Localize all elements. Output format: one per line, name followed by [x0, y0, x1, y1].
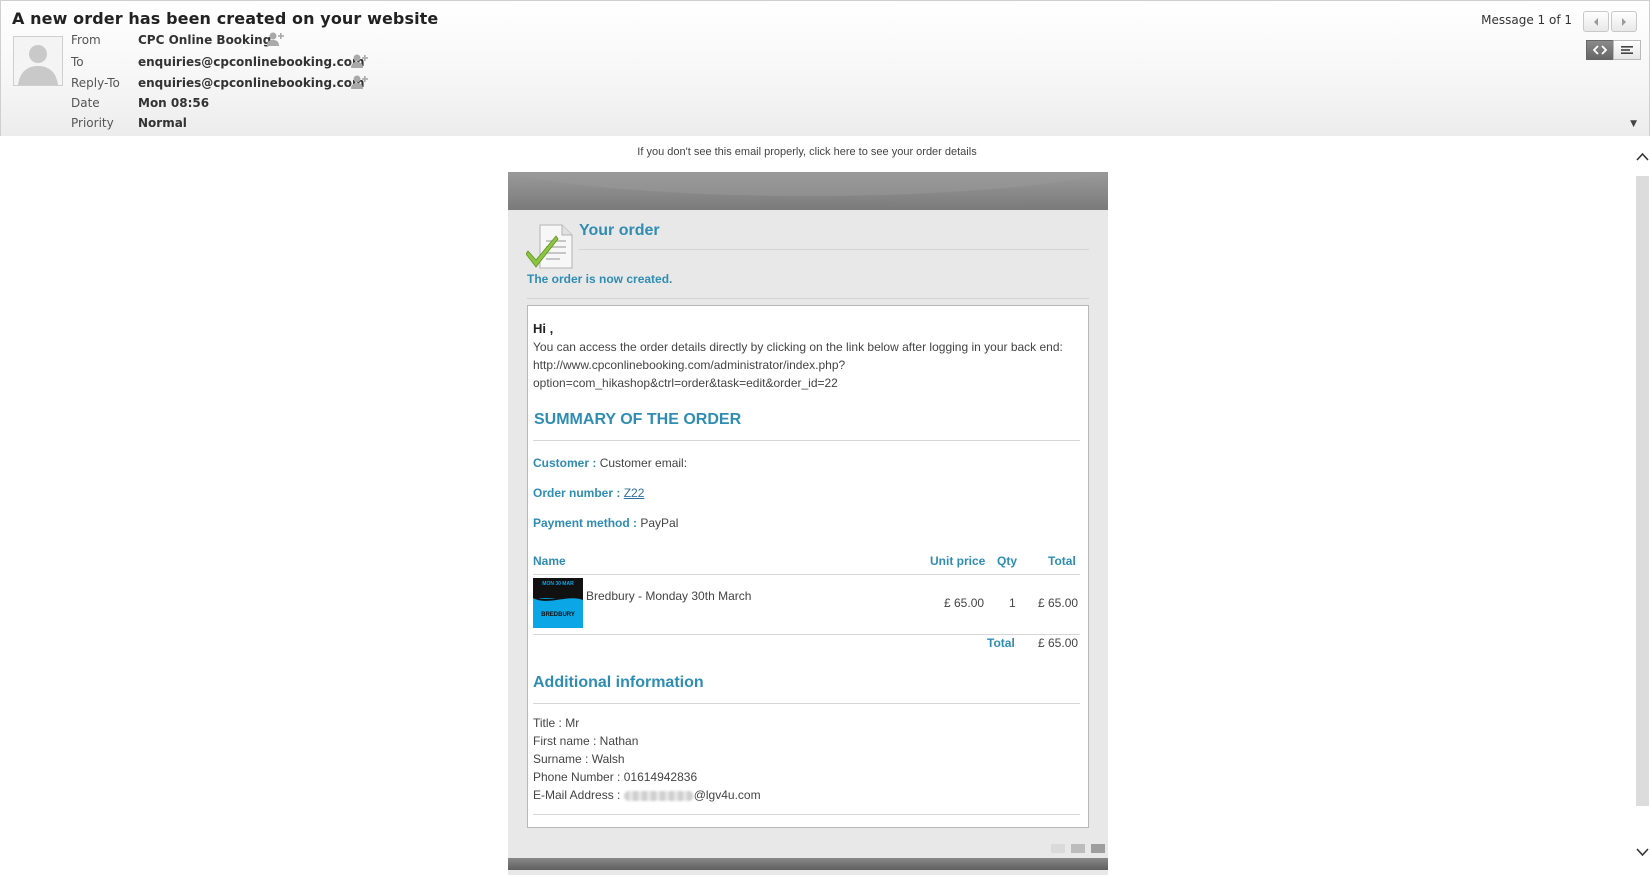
order-document-check-icon: [525, 222, 576, 272]
from-value[interactable]: CPC Online Booking: [138, 33, 271, 47]
col-header-unit-price: Unit price: [930, 554, 986, 568]
info-email-label: E-Mail Address :: [533, 788, 624, 802]
priority-value: Normal: [138, 116, 187, 130]
greeting: Hi ,: [533, 321, 554, 336]
divider: [533, 634, 1080, 635]
order-details-panel: Hi , You can access the order details di…: [527, 305, 1089, 828]
additional-info-title: Additional information: [533, 674, 704, 691]
payment-method-line: Payment method : PayPal: [533, 516, 678, 530]
order-number-line: Order number : Z22: [533, 486, 644, 500]
divider: [533, 703, 1080, 704]
message-header: A new order has been created on your web…: [0, 0, 1650, 137]
summary-title: SUMMARY OF THE ORDER: [534, 411, 742, 428]
your-order-title: Your order: [579, 222, 660, 239]
message-count: Message 1 of 1: [1481, 13, 1572, 27]
customer-line: Customer : Customer email:: [533, 456, 687, 470]
customer-label: Customer :: [533, 456, 597, 470]
html-view-button[interactable]: [1586, 40, 1614, 60]
info-surname: Surname : Walsh: [533, 752, 625, 766]
sender-avatar: [13, 36, 63, 86]
payment-method-label: Payment method :: [533, 516, 638, 530]
card-top-banner: [508, 172, 1108, 210]
divider: [527, 298, 1089, 299]
replyto-label: Reply-To: [71, 76, 120, 90]
scroll-up-icon[interactable]: [1636, 150, 1649, 165]
priority-label: Priority: [71, 116, 114, 130]
divider: [533, 440, 1080, 441]
order-number-link[interactable]: Z22: [624, 486, 645, 500]
scroll-down-icon[interactable]: [1636, 846, 1649, 861]
divider: [533, 814, 1080, 815]
chevron-left-icon: [1594, 17, 1598, 26]
card-bottom-banner: [508, 858, 1108, 870]
footer-square: [1071, 844, 1085, 853]
to-value[interactable]: enquiries@cpconlinebooking.com: [138, 55, 364, 69]
chevron-right-icon: [1622, 17, 1626, 26]
vertical-scrollbar[interactable]: [1634, 136, 1650, 875]
info-title: Title : Mr: [533, 716, 580, 730]
footer-square: [1091, 844, 1105, 853]
intro-text: You can access the order details directl…: [533, 340, 1063, 354]
product-thumbnail: MON 30 MAR BREDBURY: [533, 578, 583, 628]
product-total: £ 65.00: [1038, 596, 1079, 610]
text-lines-icon: [1621, 46, 1633, 54]
from-label: From: [71, 33, 101, 47]
to-label: To: [71, 55, 84, 69]
view-online-notice[interactable]: If you don't see this email properly, cl…: [0, 146, 1614, 158]
previous-message-button[interactable]: [1583, 11, 1609, 32]
next-message-button[interactable]: [1611, 11, 1637, 32]
expand-header-icon[interactable]: ▼: [1630, 119, 1637, 129]
col-header-qty: Qty: [997, 554, 1018, 568]
code-icon: [1593, 45, 1607, 55]
message-subject: A new order has been created on your web…: [12, 9, 439, 28]
order-created-message: The order is now created.: [527, 272, 673, 286]
order-total-label: Total: [987, 636, 1015, 650]
order-email-card: Your order The order is now created. Hi …: [508, 172, 1108, 875]
info-email: E-Mail Address : @lgv4u.com: [533, 788, 761, 802]
col-header-total: Total: [1048, 554, 1076, 568]
info-phone: Phone Number : 01614942836: [533, 770, 698, 784]
add-contact-icon[interactable]: [350, 53, 370, 69]
add-contact-icon[interactable]: [266, 31, 286, 47]
thumbnail-location-text: BREDBURY: [541, 612, 575, 618]
person-silhouette-icon: [18, 45, 58, 85]
col-header-name: Name: [533, 554, 566, 568]
replyto-value[interactable]: enquiries@cpconlinebooking.com: [138, 76, 364, 90]
info-first-name: First name : Nathan: [533, 734, 639, 748]
product-unit-price: £ 65.00: [944, 596, 985, 610]
date-value: Mon 08:56: [138, 96, 210, 110]
payment-method-value: PayPal: [640, 516, 679, 530]
order-number-label: Order number :: [533, 486, 621, 500]
scrollbar-thumb[interactable]: [1636, 176, 1649, 806]
add-contact-icon[interactable]: [350, 74, 370, 90]
info-email-domain: @lgv4u.com: [693, 788, 761, 802]
product-name: Bredbury - Monday 30th March: [586, 589, 752, 603]
order-total-value: £ 65.00: [1038, 636, 1079, 650]
redacted-email-user: [623, 790, 694, 801]
date-label: Date: [71, 96, 100, 110]
admin-link-line1[interactable]: http://www.cpconlinebooking.com/administ…: [533, 358, 845, 372]
admin-link-line2[interactable]: option=com_hikashop&ctrl=order&task=edit…: [533, 376, 838, 390]
plain-text-view-button[interactable]: [1613, 40, 1641, 60]
divider: [579, 249, 1089, 250]
customer-value: Customer email:: [599, 456, 688, 470]
product-qty: 1: [1009, 596, 1016, 610]
footer-square: [1051, 844, 1065, 853]
thumbnail-date-text: MON 30 MAR: [542, 581, 574, 587]
divider: [533, 574, 1080, 575]
